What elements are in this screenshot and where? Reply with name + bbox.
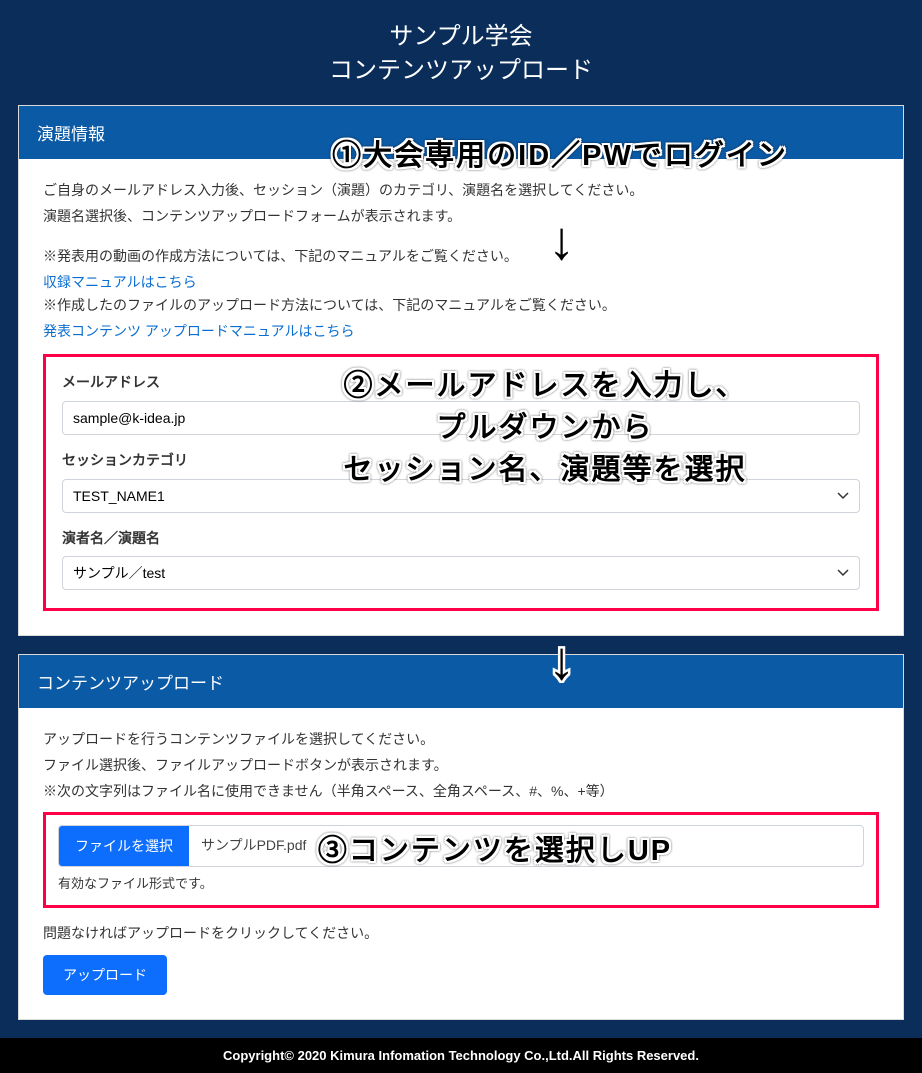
panel-abstract-info-body: ご自身のメールアドレス入力後、セッション（演題）のカテゴリ、演題名を選択してくだ… bbox=[19, 159, 903, 635]
panel-content-upload: コンテンツアップロード アップロードを行うコンテンツファイルを選択してください。… bbox=[18, 654, 904, 1020]
upload-note: 問題なければアップロードをクリックしてください。 bbox=[43, 922, 879, 946]
upload-button[interactable]: アップロード bbox=[43, 955, 167, 995]
upload-box-highlight: ファイルを選択 サンプルPDF.pdf 有効なファイル形式です。 bbox=[43, 812, 879, 908]
page-header: サンプル学会 コンテンツアップロード bbox=[0, 0, 922, 105]
desc-line: 演題名選択後、コンテンツアップロードフォームが表示されます。 bbox=[43, 205, 879, 229]
panel-abstract-info-title: 演題情報 bbox=[19, 106, 903, 159]
page-title: サンプル学会 コンテンツアップロード bbox=[0, 20, 922, 87]
link-recording-manual[interactable]: 収録マニュアルはこちら bbox=[43, 274, 197, 290]
desc-line: ※次の文字列はファイル名に使用できません（半角スペース、全角スペース、#、%、+… bbox=[43, 780, 879, 804]
label-presenter-title: 演者名／演題名 bbox=[62, 527, 860, 551]
file-valid-message: 有効なファイル形式です。 bbox=[58, 873, 864, 895]
desc-line: ご自身のメールアドレス入力後、セッション（演題）のカテゴリ、演題名を選択してくだ… bbox=[43, 179, 879, 203]
file-input-row: ファイルを選択 サンプルPDF.pdf bbox=[58, 825, 864, 867]
choose-file-button[interactable]: ファイルを選択 bbox=[59, 826, 189, 866]
session-category-select[interactable]: TEST_NAME1 bbox=[62, 479, 860, 513]
selected-file-name: サンプルPDF.pdf bbox=[189, 826, 863, 866]
label-session-category: セッションカテゴリ bbox=[62, 449, 860, 473]
panel-abstract-info: 演題情報 ご自身のメールアドレス入力後、セッション（演題）のカテゴリ、演題名を選… bbox=[18, 105, 904, 636]
label-email: メールアドレス bbox=[62, 371, 860, 395]
form-box-highlight: メールアドレス セッションカテゴリ TEST_NAME1 演者名／演題名 サンプ… bbox=[43, 354, 879, 611]
note-line: ※作成したのファイルのアップロード方法については、下記のマニュアルをご覧ください… bbox=[43, 294, 879, 318]
email-input[interactable] bbox=[62, 401, 860, 435]
presenter-title-select[interactable]: サンプル／test bbox=[62, 556, 860, 590]
panel-content-upload-body: アップロードを行うコンテンツファイルを選択してください。 ファイル選択後、ファイ… bbox=[19, 708, 903, 1019]
panel-content-upload-title: コンテンツアップロード bbox=[19, 655, 903, 708]
desc-line: ファイル選択後、ファイルアップロードボタンが表示されます。 bbox=[43, 754, 879, 778]
desc-line: アップロードを行うコンテンツファイルを選択してください。 bbox=[43, 728, 879, 752]
link-upload-manual[interactable]: 発表コンテンツ アップロードマニュアルはこちら bbox=[43, 323, 354, 339]
note-line: ※発表用の動画の作成方法については、下記のマニュアルをご覧ください。 bbox=[43, 245, 879, 269]
footer-copyright: Copyright© 2020 Kimura Infomation Techno… bbox=[0, 1038, 922, 1073]
